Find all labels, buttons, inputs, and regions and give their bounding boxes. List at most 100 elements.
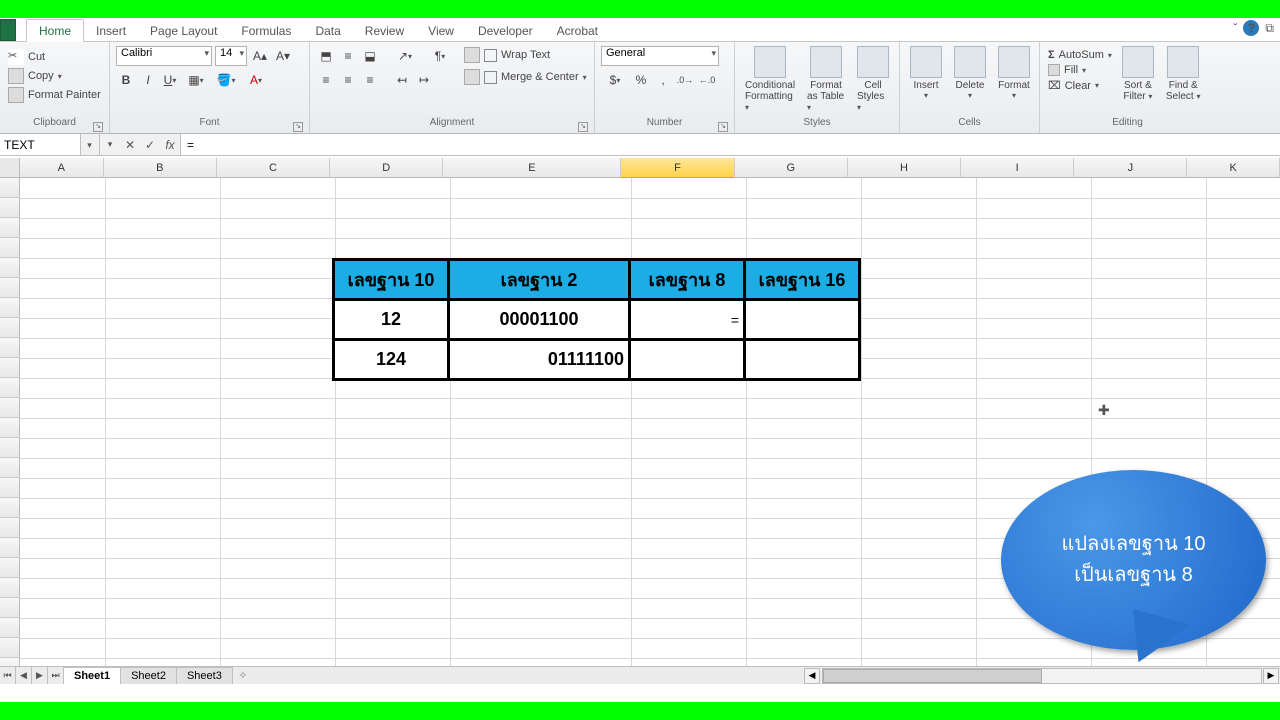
sheet-nav-first[interactable]: ⏮: [0, 667, 16, 684]
new-sheet-button[interactable]: ✧: [233, 667, 253, 684]
row-header-5[interactable]: [0, 258, 20, 278]
percent-button[interactable]: %: [631, 70, 651, 90]
number-launcher[interactable]: ↘: [718, 122, 728, 132]
fill-color-button[interactable]: 🪣▾: [212, 70, 240, 90]
fx-icon[interactable]: fx: [160, 138, 180, 152]
col-header-C[interactable]: C: [217, 158, 330, 178]
col-header-J[interactable]: J: [1074, 158, 1187, 178]
cut-button[interactable]: ✂Cut: [6, 48, 103, 66]
currency-button[interactable]: $▾: [601, 70, 629, 90]
sheet-tab-3[interactable]: Sheet3: [177, 667, 233, 684]
comma-button[interactable]: ,: [653, 70, 673, 90]
cell-styles-button[interactable]: CellStyles ▾: [853, 46, 893, 113]
col-header-I[interactable]: I: [961, 158, 1074, 178]
cell-r2-base10[interactable]: 124: [334, 340, 449, 380]
cell-r1-base16[interactable]: [745, 300, 860, 340]
cell-r1-base8-editing[interactable]: =: [630, 300, 745, 340]
formula-dropdown-icon[interactable]: ▾: [100, 139, 120, 150]
row-header-13[interactable]: [0, 418, 20, 438]
sheet-tab-1[interactable]: Sheet1: [64, 667, 121, 684]
font-launcher[interactable]: ↘: [293, 122, 303, 132]
align-top-button[interactable]: ⬒: [316, 46, 336, 66]
select-all-button[interactable]: [0, 158, 20, 178]
tab-developer[interactable]: Developer: [466, 20, 545, 41]
font-name-select[interactable]: Calibri: [116, 46, 212, 66]
font-size-select[interactable]: 14: [215, 46, 247, 66]
hscroll-thumb[interactable]: [823, 669, 1042, 683]
row-header-3[interactable]: [0, 218, 20, 238]
underline-button[interactable]: U▾: [160, 70, 180, 90]
tab-insert[interactable]: Insert: [84, 20, 138, 41]
clear-button[interactable]: ⌧ Clear ▾: [1046, 78, 1114, 93]
row-header-16[interactable]: [0, 478, 20, 498]
col-header-B[interactable]: B: [104, 158, 217, 178]
col-header-K[interactable]: K: [1187, 158, 1280, 178]
col-header-G[interactable]: G: [735, 158, 848, 178]
col-header-E[interactable]: E: [443, 158, 621, 178]
find-select-button[interactable]: Find &Select ▾: [1162, 46, 1205, 102]
cell-r2-base16[interactable]: [745, 340, 860, 380]
decrease-indent-button[interactable]: ↤: [392, 70, 412, 90]
hscroll-track[interactable]: [822, 668, 1262, 684]
tab-page-layout[interactable]: Page Layout: [138, 20, 229, 41]
file-tab[interactable]: [0, 19, 16, 41]
row-header-23[interactable]: [0, 618, 20, 638]
row-header-24[interactable]: [0, 638, 20, 658]
fill-button[interactable]: Fill ▾: [1046, 63, 1114, 77]
row-header-10[interactable]: [0, 358, 20, 378]
tab-formulas[interactable]: Formulas: [229, 20, 303, 41]
enter-formula-button[interactable]: ✓: [140, 138, 160, 152]
align-left-button[interactable]: ≡: [316, 70, 336, 90]
number-format-select[interactable]: General: [601, 46, 719, 66]
row-header-21[interactable]: [0, 578, 20, 598]
cell-r2-base8[interactable]: [630, 340, 745, 380]
sheet-nav-prev[interactable]: ◀: [16, 667, 32, 684]
col-header-F[interactable]: F: [621, 158, 734, 178]
tab-data[interactable]: Data: [303, 20, 352, 41]
row-header-20[interactable]: [0, 558, 20, 578]
orientation-button[interactable]: ↗▾: [392, 46, 418, 66]
align-middle-button[interactable]: ≡: [338, 46, 358, 66]
cancel-formula-button[interactable]: ✕: [120, 138, 140, 152]
format-painter-button[interactable]: Format Painter: [6, 86, 103, 104]
font-color-button[interactable]: A▾: [242, 70, 270, 90]
name-box[interactable]: ▾: [0, 134, 100, 155]
copy-button[interactable]: Copy ▾: [6, 67, 103, 85]
delete-cells-button[interactable]: Delete▾: [950, 46, 990, 100]
sheet-tab-2[interactable]: Sheet2: [121, 667, 177, 684]
worksheet-grid[interactable]: ABCDEFGHIJK เลขฐาน 10 เลขฐาน 2 เลขฐาน 8 …: [0, 158, 1280, 684]
align-bottom-button[interactable]: ⬓: [360, 46, 380, 66]
alignment-launcher[interactable]: ↘: [578, 122, 588, 132]
col-header-H[interactable]: H: [848, 158, 961, 178]
hscroll-left[interactable]: ◀: [804, 668, 820, 684]
tab-acrobat[interactable]: Acrobat: [545, 20, 610, 41]
minimize-ribbon-icon[interactable]: ˇ: [1233, 21, 1237, 35]
clipboard-launcher[interactable]: ↘: [93, 122, 103, 132]
row-header-6[interactable]: [0, 278, 20, 298]
tab-home[interactable]: Home: [26, 19, 84, 42]
formula-input[interactable]: [181, 134, 1280, 155]
grow-font-button[interactable]: A▴: [250, 46, 270, 66]
format-cells-button[interactable]: Format▾: [994, 46, 1034, 100]
row-header-9[interactable]: [0, 338, 20, 358]
decrease-decimal-button[interactable]: ←.0: [697, 70, 717, 90]
hscroll-right[interactable]: ▶: [1263, 668, 1279, 684]
row-header-8[interactable]: [0, 318, 20, 338]
sheet-nav-next[interactable]: ▶: [32, 667, 48, 684]
italic-button[interactable]: I: [138, 70, 158, 90]
conditional-formatting-button[interactable]: ConditionalFormatting ▾: [741, 46, 799, 113]
row-header-4[interactable]: [0, 238, 20, 258]
row-header-12[interactable]: [0, 398, 20, 418]
merge-center-button[interactable]: Merge & Center ▾: [462, 68, 589, 86]
cell-r1-base10[interactable]: 12: [334, 300, 449, 340]
row-header-19[interactable]: [0, 538, 20, 558]
shrink-font-button[interactable]: A▾: [273, 46, 293, 66]
name-box-dropdown[interactable]: ▾: [80, 134, 98, 156]
sort-filter-button[interactable]: Sort &Filter ▾: [1118, 46, 1158, 102]
autosum-button[interactable]: Σ AutoSum ▾: [1046, 48, 1114, 62]
row-header-7[interactable]: [0, 298, 20, 318]
col-header-A[interactable]: A: [20, 158, 104, 178]
border-button[interactable]: ▦▾: [182, 70, 210, 90]
row-header-17[interactable]: [0, 498, 20, 518]
bold-button[interactable]: B: [116, 70, 136, 90]
